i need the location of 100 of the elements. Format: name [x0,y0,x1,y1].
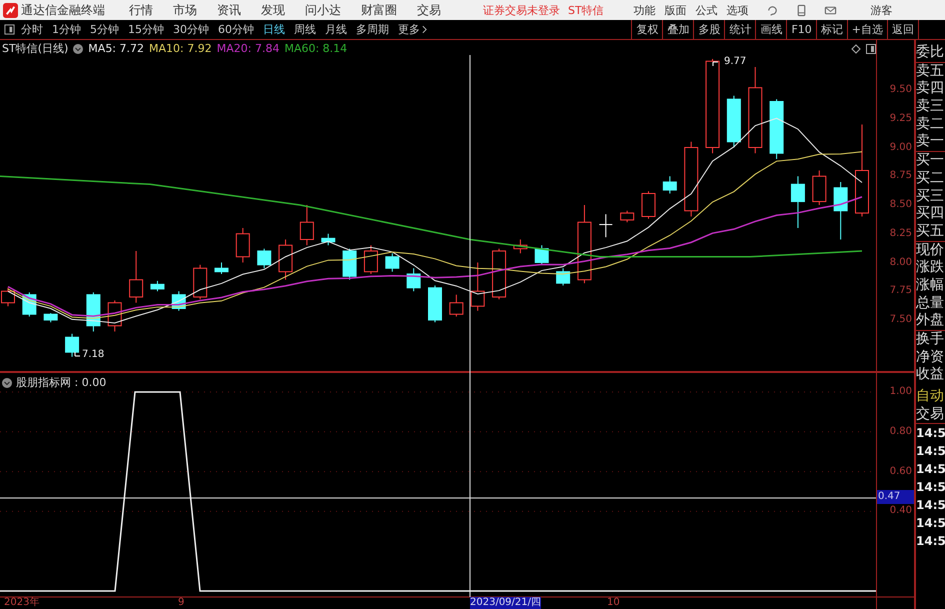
phone-icon[interactable] [794,4,808,16]
candlestick [257,248,272,269]
trade-time: 14:5 [916,443,945,460]
dropdown-icon[interactable] [73,44,84,54]
candlestick [385,252,400,272]
trade-time: 14:5 [916,497,945,514]
stock-name: ST特信 [568,2,604,18]
cursor-value-label: 0.47 [877,490,914,504]
date-axis-label: 10 [607,597,620,609]
candlestick [470,262,485,312]
candlestick [65,333,80,358]
chat-icon[interactable] [766,4,779,16]
candlestick [598,214,613,238]
trade-label: 交易 [916,406,945,424]
quote-field-label: 买四 [916,205,945,223]
trade-time: 14:5 [916,425,945,442]
period-tab[interactable]: 周线 [294,22,316,37]
axis-label: 8.25 [888,226,912,241]
period-tab[interactable]: 日线 [263,22,285,37]
quote-field-label: 收益 [916,366,945,384]
quote-field-label: 卖三 [916,98,945,116]
period-tab[interactable]: 30分钟 [173,22,209,37]
ma-value: MA10: 7.92 [149,42,212,55]
quote-field-label: 卖四 [916,80,945,98]
candlestick [534,244,549,266]
low-price-label: 7.18 [82,349,104,360]
period-tab[interactable]: 5分钟 [90,22,119,37]
quote-field-label: 总量 [916,294,945,312]
dropdown-icon[interactable] [2,378,12,388]
panel-toggle-icon[interactable] [4,24,15,35]
cursor-date-label: 2023/09/21/四 [470,597,542,609]
pointer-icon [712,62,718,66]
candlestick [108,300,122,332]
candlestick [428,285,442,323]
mail-icon[interactable] [824,4,837,16]
menu-item[interactable]: 市场 [173,2,197,18]
chevron-right-icon[interactable] [422,25,427,34]
candlestick [834,182,848,240]
menu-item[interactable]: 问小达 [305,2,341,18]
menu-item[interactable]: 版面 [664,2,687,18]
menu-item[interactable]: 行情 [129,2,153,18]
quote-field-label: 涨幅 [916,276,945,295]
period-tab[interactable]: 多周期 [356,22,389,37]
diamond-icon[interactable] [851,44,861,54]
candlestick [364,244,378,274]
trade-time: 14:5 [916,461,945,478]
axis-label: 8.75 [888,169,912,184]
quote-field-label: 买二 [916,170,945,188]
trade-time: 14:5 [916,479,945,496]
axis-label: 7.50 [888,313,912,327]
candlestick [150,280,164,292]
menu-item[interactable]: 选项 [726,2,749,18]
trade-time: 14:5 [916,533,945,550]
indicator-title: 股朋指标网 : 0.00 [16,375,106,390]
trade-time: 14:5 [916,515,945,532]
quote-field-label: 现价 [916,242,945,260]
candlestick [214,262,228,274]
quote-field-label: 卖二 [916,116,945,134]
candlestick [44,312,58,323]
menu-item[interactable]: 财富圈 [361,2,397,18]
quote-field-label: 买三 [916,188,945,206]
candlestick [321,233,336,246]
candlestick [662,176,677,194]
quote-field-label: 换手 [916,331,945,349]
date-axis-label: 2023年 [4,597,40,609]
ma-value: MA60: 8.14 [284,42,348,55]
user-label[interactable]: 游客 [870,2,893,18]
axis-label: 7.75 [888,284,912,298]
period-tab[interactable]: 月线 [325,22,347,37]
more-tab[interactable]: 更多 [398,22,420,37]
period-tab[interactable]: 60分钟 [218,22,254,37]
candlestick [300,204,314,246]
auto-trade-label[interactable]: 自动 [916,388,945,406]
quote-field-label: 外盘 [916,312,945,331]
candlestick [556,268,570,286]
app-title: 通达信金融终端 [21,2,105,18]
period-tab[interactable]: 15分钟 [128,22,164,37]
menu-item[interactable]: 交易 [417,2,441,18]
axis-label: 8.00 [888,256,912,270]
period-tab[interactable]: 1分钟 [52,22,81,37]
panel-toggle-icon[interactable] [866,44,876,54]
menu-item[interactable]: 公式 [696,2,718,18]
candlestick [770,98,784,160]
quote-field-label: 买一 [916,152,945,170]
candlestick [342,248,357,280]
quote-field-label: 净资 [916,348,945,366]
quote-field-label: 卖五 [916,62,945,80]
date-axis-label: 9 [178,597,184,609]
high-price-label: 9.77 [724,56,746,67]
pointer-icon [74,352,80,356]
menu-item[interactable]: 发现 [261,2,285,18]
menu-item[interactable]: 资讯 [217,2,241,18]
period-tab[interactable]: 分时 [21,22,43,37]
menu-item[interactable]: 功能 [634,2,656,18]
ma-value: MA5: 7.72 [88,42,144,55]
candlestick [172,290,186,312]
quote-field-label: 委比 [916,44,945,63]
candlestick [449,294,464,318]
quote-field-label: 涨跌 [916,259,945,277]
axis-label: 0.40 [888,504,912,518]
